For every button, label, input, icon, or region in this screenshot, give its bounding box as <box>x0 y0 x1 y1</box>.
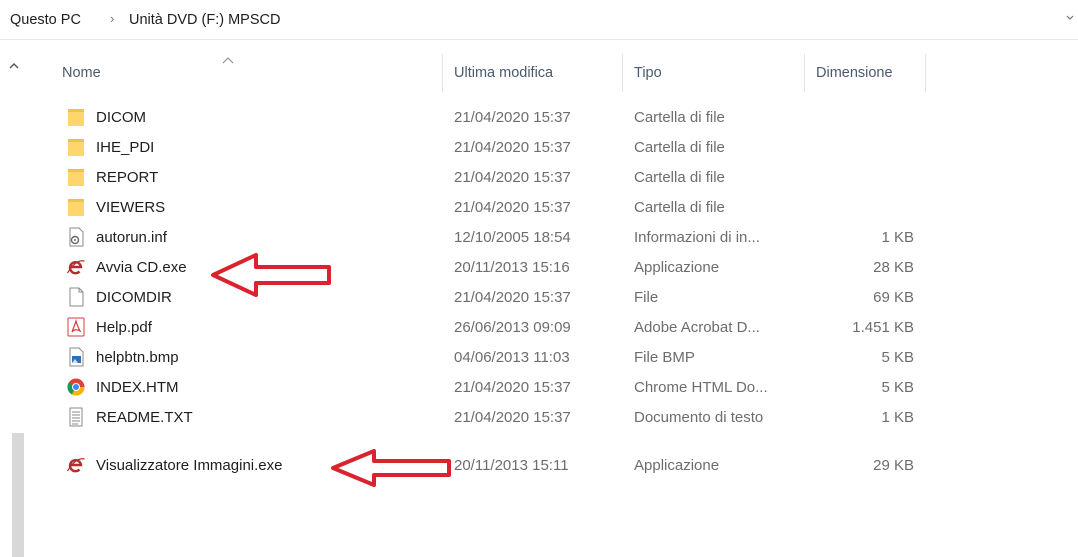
file-type: Cartella di file <box>634 139 725 156</box>
red-arrow-annotation <box>331 449 451 487</box>
file-type: File BMP <box>634 349 695 366</box>
file-name: Visualizzatore Immagini.exe <box>96 457 283 474</box>
chevron-down-icon[interactable] <box>1066 14 1074 22</box>
file-modified: 21/04/2020 15:37 <box>454 109 571 126</box>
file-type: Adobe Acrobat D... <box>634 319 760 336</box>
file-modified: 20/11/2013 15:16 <box>454 259 570 276</box>
file-row-report[interactable]: REPORT 21/04/2020 15:37 Cartella di file <box>58 163 928 192</box>
column-divider[interactable] <box>804 54 805 92</box>
blank-file-icon <box>69 287 84 307</box>
file-name: DICOMDIR <box>96 289 172 306</box>
file-size: 29 KB <box>873 457 914 474</box>
file-name: Avvia CD.exe <box>96 259 187 276</box>
file-size: 5 KB <box>881 349 914 366</box>
red-arrow-annotation <box>211 253 331 297</box>
scrollbar-thumb[interactable] <box>12 433 24 557</box>
file-type: Cartella di file <box>634 109 725 126</box>
breadcrumb-item-questo-pc[interactable]: Questo PC <box>10 12 81 28</box>
file-modified: 21/04/2020 15:37 <box>454 169 571 186</box>
file-name: helpbtn.bmp <box>96 349 179 366</box>
file-type: Documento di testo <box>634 409 764 426</box>
address-bar: Questo PC › Unità DVD (F:) MPSCD <box>0 0 1078 40</box>
file-size: 69 KB <box>873 289 914 306</box>
column-header-name[interactable]: Nome <box>62 54 101 92</box>
file-row-dicomdir[interactable]: DICOMDIR 21/04/2020 15:37 File 69 KB <box>58 283 928 312</box>
file-size: 28 KB <box>873 259 914 276</box>
folder-icon <box>68 169 84 186</box>
file-type: Applicazione <box>634 457 720 474</box>
column-header-modified[interactable]: Ultima modifica <box>454 54 553 92</box>
folder-icon <box>68 199 84 216</box>
file-name: Help.pdf <box>96 319 152 336</box>
pdf-icon <box>67 317 85 337</box>
file-type: Cartella di file <box>634 199 725 216</box>
internet-explorer-icon <box>66 458 85 473</box>
file-modified: 21/04/2020 15:37 <box>454 139 571 156</box>
scroll-up-icon[interactable] <box>9 62 19 70</box>
column-divider[interactable] <box>622 54 623 92</box>
file-modified: 26/06/2013 09:09 <box>454 319 571 336</box>
file-modified: 21/04/2020 15:37 <box>454 199 571 216</box>
column-divider[interactable] <box>442 54 443 92</box>
file-modified: 12/10/2005 18:54 <box>454 229 571 246</box>
file-row-autorun-inf[interactable]: autorun.inf 12/10/2005 18:54 Informazion… <box>58 223 928 252</box>
file-row-helpbtn-bmp[interactable]: helpbtn.bmp 04/06/2013 11:03 File BMP 5 … <box>58 343 928 372</box>
file-row-viewers[interactable]: VIEWERS 21/04/2020 15:37 Cartella di fil… <box>58 193 928 222</box>
column-header-size[interactable]: Dimensione <box>816 54 893 92</box>
file-size: 1 KB <box>881 409 914 426</box>
folder-icon <box>68 109 84 126</box>
file-name: INDEX.HTM <box>96 379 179 396</box>
file-modified: 04/06/2013 11:03 <box>454 349 570 366</box>
file-type: Chrome HTML Do... <box>634 379 768 396</box>
file-row-index-htm[interactable]: INDEX.HTM 21/04/2020 15:37 Chrome HTML D… <box>58 373 928 402</box>
file-row-avvia-cd-exe[interactable]: Avvia CD.exe 20/11/2013 15:16 Applicazio… <box>58 253 928 282</box>
settings-file-icon <box>69 227 84 247</box>
file-size: 1.451 KB <box>852 319 914 336</box>
file-row-readme-txt[interactable]: README.TXT 21/04/2020 15:37 Documento di… <box>58 403 928 432</box>
file-type: Applicazione <box>634 259 720 276</box>
file-name: README.TXT <box>96 409 193 426</box>
file-row-help-pdf[interactable]: Help.pdf 26/06/2013 09:09 Adobe Acrobat … <box>58 313 928 342</box>
file-type: File <box>634 289 659 306</box>
file-modified: 20/11/2013 15:11 <box>454 457 569 474</box>
file-modified: 21/04/2020 15:37 <box>454 409 571 426</box>
image-file-icon <box>69 347 84 367</box>
chrome-icon <box>67 378 85 396</box>
navigation-pane <box>0 40 45 557</box>
column-header-type[interactable]: Tipo <box>634 54 662 92</box>
file-name: VIEWERS <box>96 199 166 216</box>
file-row-dicom[interactable]: DICOM 21/04/2020 15:37 Cartella di file <box>58 103 928 132</box>
breadcrumb-separator: › <box>110 11 115 26</box>
sort-ascending-icon <box>222 57 234 64</box>
file-name: REPORT <box>96 169 159 186</box>
file-modified: 21/04/2020 15:37 <box>454 289 571 306</box>
breadcrumb-item-current-drive[interactable]: Unità DVD (F:) MPSCD <box>129 12 280 28</box>
file-size: 5 KB <box>881 379 914 396</box>
file-row-visualizzatore-immagini-exe[interactable]: Visualizzatore Immagini.exe 20/11/2013 1… <box>58 451 928 480</box>
file-modified: 21/04/2020 15:37 <box>454 379 571 396</box>
folder-icon <box>68 139 84 156</box>
internet-explorer-icon <box>66 260 85 275</box>
file-size: 1 KB <box>881 229 914 246</box>
text-file-icon <box>69 407 83 427</box>
file-type: Informazioni di in... <box>634 229 760 246</box>
file-name: autorun.inf <box>96 229 167 246</box>
file-name: IHE_PDI <box>96 139 155 156</box>
file-type: Cartella di file <box>634 169 725 186</box>
column-divider[interactable] <box>925 54 926 92</box>
file-row-ihe-pdi[interactable]: IHE_PDI 21/04/2020 15:37 Cartella di fil… <box>58 133 928 162</box>
file-name: DICOM <box>96 109 146 126</box>
